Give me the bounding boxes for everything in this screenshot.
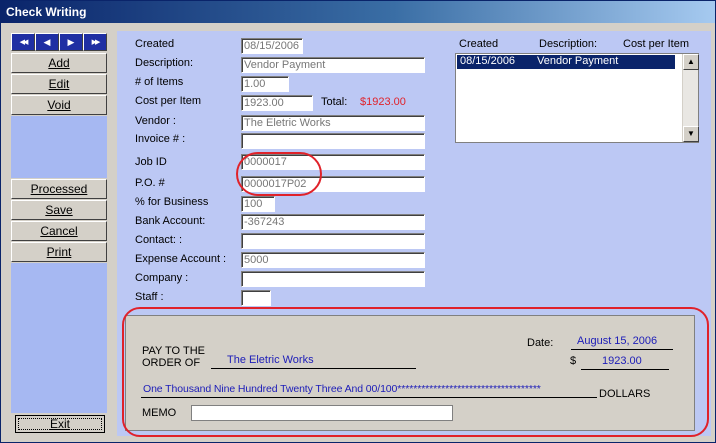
vendor-label: Vendor : bbox=[135, 115, 176, 127]
contact-field[interactable] bbox=[241, 233, 425, 249]
jobid-label: Job ID bbox=[135, 156, 167, 168]
records-list[interactable]: 08/15/2006 Vendor Payment ▲ ▼ bbox=[455, 53, 699, 143]
list-header-cost[interactable]: Cost per Item bbox=[623, 38, 689, 50]
print-button[interactable]: Print bbox=[11, 242, 107, 262]
description-label: Description: bbox=[135, 57, 194, 69]
expense-label: Expense Account : bbox=[135, 253, 227, 265]
invoice-field[interactable] bbox=[241, 133, 425, 149]
items-label: # of Items bbox=[135, 76, 184, 88]
bank-field[interactable]: -367243 bbox=[241, 214, 425, 230]
total-label: Total: bbox=[321, 96, 348, 108]
business-label: % for Business bbox=[135, 196, 209, 208]
scroll-up-icon[interactable]: ▲ bbox=[683, 54, 699, 70]
created-label: Created bbox=[135, 38, 175, 50]
list-row-description: Vendor Payment bbox=[537, 55, 619, 67]
list-row[interactable]: 08/15/2006 Vendor Payment bbox=[457, 55, 675, 69]
left-blank-panel-top bbox=[11, 116, 107, 178]
left-blank-panel-bottom bbox=[11, 263, 107, 413]
list-row-created: 08/15/2006 bbox=[460, 55, 516, 67]
bank-label: Bank Account: bbox=[135, 215, 206, 227]
contact-label: Contact: : bbox=[135, 234, 183, 246]
items-field[interactable]: 1.00 bbox=[241, 76, 289, 92]
exit-button[interactable]: Exit bbox=[15, 415, 105, 433]
scroll-down-icon[interactable]: ▼ bbox=[683, 126, 699, 142]
list-header-created[interactable]: Created bbox=[459, 38, 498, 50]
window-title: Check Writing bbox=[1, 1, 715, 23]
list-header-description[interactable]: Description: bbox=[539, 38, 597, 50]
total-value: $1923.00 bbox=[360, 96, 406, 108]
annotation-circle-jobid-po bbox=[236, 152, 322, 196]
save-button[interactable]: Save bbox=[11, 200, 107, 220]
left-toolbar: ◀◀ ◀ ▶ ▶▶ Add Edit Void Processed Save C… bbox=[9, 31, 109, 435]
edit-button[interactable]: Edit bbox=[11, 74, 107, 94]
void-button[interactable]: Void bbox=[11, 95, 107, 115]
description-field[interactable]: Vendor Payment bbox=[241, 57, 425, 73]
expense-field[interactable]: 5000 bbox=[241, 252, 425, 268]
staff-field[interactable] bbox=[241, 290, 271, 306]
last-record-icon[interactable]: ▶▶ bbox=[83, 33, 107, 51]
check-writing-window: Check Writing ◀◀ ◀ ▶ ▶▶ Add Edit Void Pr… bbox=[0, 0, 716, 443]
previous-record-icon[interactable]: ◀ bbox=[35, 33, 59, 51]
annotation-circle-check bbox=[122, 307, 709, 437]
cancel-button[interactable]: Cancel bbox=[11, 221, 107, 241]
cost-label: Cost per Item bbox=[135, 95, 202, 107]
vendor-field[interactable]: The Eletric Works bbox=[241, 115, 425, 131]
company-field[interactable] bbox=[241, 271, 425, 287]
invoice-label: Invoice # : bbox=[135, 133, 186, 145]
po-label: P.O. # bbox=[135, 177, 165, 189]
cost-field[interactable]: 1923.00 bbox=[241, 95, 313, 111]
processed-button[interactable]: Processed bbox=[11, 179, 107, 199]
first-record-icon[interactable]: ◀◀ bbox=[11, 33, 35, 51]
next-record-icon[interactable]: ▶ bbox=[59, 33, 83, 51]
business-field[interactable]: 100 bbox=[241, 196, 275, 212]
add-button[interactable]: Add bbox=[11, 53, 107, 73]
staff-label: Staff : bbox=[135, 291, 164, 303]
list-scrollbar[interactable]: ▲ ▼ bbox=[682, 54, 699, 142]
created-field[interactable]: 08/15/2006 bbox=[241, 38, 303, 54]
company-label: Company : bbox=[135, 272, 189, 284]
record-navigation: ◀◀ ◀ ▶ ▶▶ bbox=[11, 33, 107, 51]
